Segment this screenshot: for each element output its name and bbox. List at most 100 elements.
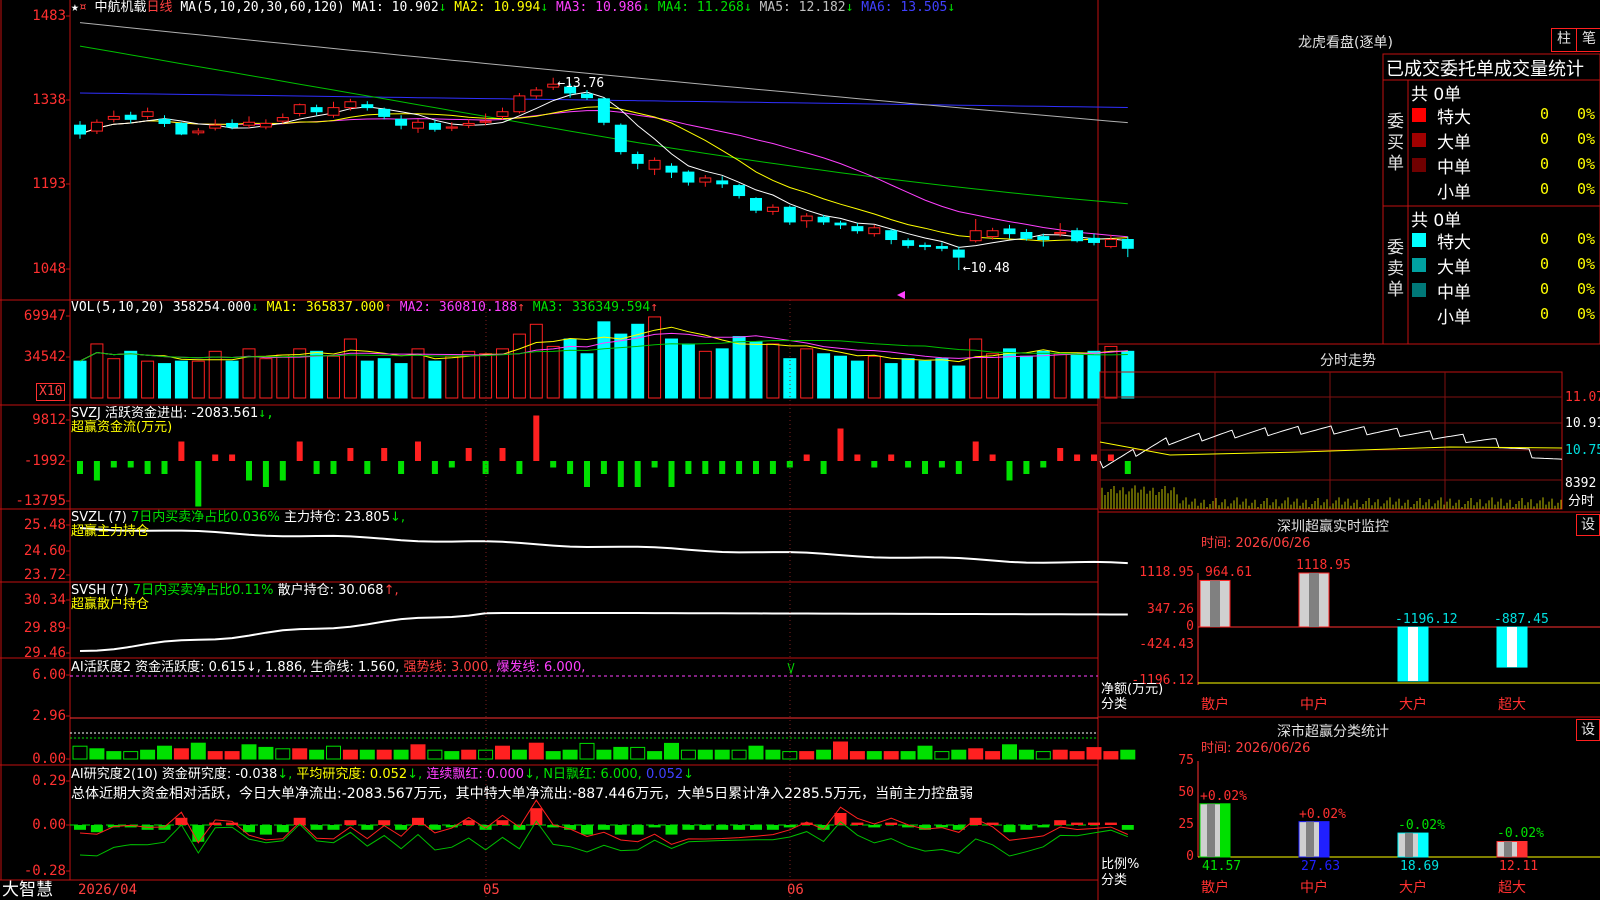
cls-bar-value-2: 18.69 <box>1400 859 1440 874</box>
candle-body-33 <box>631 154 644 164</box>
candle-body-14 <box>310 107 323 113</box>
candle-body-30 <box>581 93 593 99</box>
candle-body-47 <box>868 227 881 235</box>
stock-name[interactable]: 中航机载 <box>94 0 146 15</box>
volume-bar-4 <box>141 360 155 399</box>
xaxis-date-3: 06 <box>787 882 804 898</box>
candle-body-13 <box>293 104 306 114</box>
volume-bar-12 <box>276 354 290 399</box>
cls-axis-label-3: 0 <box>1186 849 1194 864</box>
cls-bar-shade-3 <box>1504 841 1512 857</box>
monitor-settings-button[interactable]: 设 <box>1576 514 1600 536</box>
ma-value-5: MA5: 12.182 <box>751 0 846 15</box>
buy-row-name-0: 特大 <box>1437 108 1471 128</box>
candle-body-2 <box>107 115 120 120</box>
period-label[interactable]: 日线 <box>147 0 173 15</box>
volume-bar-51 <box>935 358 949 399</box>
cls-bar-color-2 <box>1418 833 1428 857</box>
fs-title[interactable]: 分时走势 <box>1320 350 1376 370</box>
volume-bar-39 <box>732 336 746 399</box>
candle-body-4 <box>141 111 154 117</box>
research-bar-39 <box>733 825 746 830</box>
research-bar-18 <box>378 820 391 825</box>
flow-bar-37 <box>702 461 709 474</box>
lhb-title: 龙虎看盘(逐单) <box>1298 35 1393 51</box>
research-bar-14 <box>310 825 323 830</box>
flow-bar-46 <box>854 454 861 461</box>
candle-body-37 <box>699 177 712 183</box>
flow-bar-8 <box>212 454 219 461</box>
sell-row-count-0: 0 <box>1540 230 1550 248</box>
cls-bar-delta-2: -0.02% <box>1398 818 1445 834</box>
activity-bar-49 <box>900 751 916 760</box>
research-bar-19 <box>395 825 408 830</box>
main-chart-svg[interactable] <box>0 0 1600 900</box>
volume-bar-15 <box>327 355 340 399</box>
vol-axis-label-1: 34542 <box>23 349 66 365</box>
tick-mode-button[interactable]: 笔 <box>1576 28 1600 52</box>
ai1-axis-label-2: 0.00 <box>32 751 66 767</box>
candle-body-17 <box>361 104 374 109</box>
flow-bar-30 <box>584 461 590 487</box>
ai2-arrow4: ↓ <box>683 767 695 782</box>
fs-avg-line <box>1099 441 1563 456</box>
buy-row-count-1: 0 <box>1540 130 1550 148</box>
research-bar-41 <box>766 825 779 830</box>
svsh-axis-label-1: 29.89 <box>23 620 66 636</box>
svsh-line <box>79 612 1128 652</box>
activity-bar-3 <box>123 751 139 760</box>
buy-row-swatch-0 <box>1412 108 1426 122</box>
cls-bar-color-0 <box>1220 803 1230 857</box>
candle-body-34 <box>648 159 661 170</box>
activity-bar-15 <box>326 745 341 760</box>
buy-row-name-2: 中单 <box>1437 158 1471 178</box>
star-icon[interactable]: ★ <box>71 0 79 15</box>
xaxis-date-2: 05 <box>483 882 500 898</box>
flow-bar-60 <box>1091 454 1097 461</box>
svzl-arrow: ↓, <box>389 510 405 525</box>
candle-body-10 <box>243 121 255 126</box>
vol-ma-arrow-3: ↑ <box>650 300 659 315</box>
flow-bar-14 <box>313 461 320 474</box>
volume-bar-54 <box>986 353 1000 399</box>
fs-axis-label-2: 10.75 <box>1565 443 1600 458</box>
fs-axis-label-1: 10.91 <box>1565 416 1600 431</box>
candle-body-21 <box>428 122 441 130</box>
activity-bar-1 <box>89 748 105 760</box>
research-bar-23 <box>462 820 475 825</box>
candle-body-12 <box>276 117 289 122</box>
activity-bar-26 <box>511 749 527 760</box>
flow-bar-13 <box>296 441 303 461</box>
research-bar-48 <box>885 822 898 825</box>
research-bar-35 <box>665 825 678 835</box>
ai2-arrow1: ↓, <box>277 767 293 782</box>
ai2-axis-label-0: 0.29 <box>32 773 66 789</box>
bar-mode-button[interactable]: 柱 <box>1551 28 1577 52</box>
research-bar-17 <box>361 825 374 830</box>
research-bar-10 <box>243 825 255 833</box>
research-bar-56 <box>1020 825 1033 830</box>
research-bar-30 <box>581 825 593 835</box>
flow-bar-28 <box>550 461 557 468</box>
ai1-burst: 爆发线: 6.000, <box>492 660 586 675</box>
class-settings-button[interactable]: 设 <box>1576 719 1600 741</box>
flow-bar-57 <box>1040 461 1047 468</box>
high-price-mark: ←13.76 <box>557 75 605 91</box>
flow-bar-59 <box>1074 454 1081 461</box>
candle-body-11 <box>259 122 272 128</box>
svzl-line <box>79 527 1128 565</box>
activity-bar-61 <box>1103 751 1119 760</box>
candle-body-15 <box>327 107 340 116</box>
volume-bar-32 <box>614 333 628 399</box>
ma-value-2: MA2: 10.994 <box>446 0 541 15</box>
research-bar-51 <box>935 825 948 828</box>
candle-body-53 <box>969 230 982 242</box>
flow-bar-9 <box>229 454 236 461</box>
volume-bar-7 <box>191 360 205 399</box>
vol-unit[interactable]: X10 <box>36 383 66 401</box>
ai2-avg: 平均研究度: 0.052 <box>292 767 408 782</box>
activity-bar-10 <box>241 744 257 760</box>
research-bar-62 <box>1121 825 1134 830</box>
flow-bar-62 <box>1124 461 1131 474</box>
svzj-arrow: ↓, <box>258 406 274 421</box>
